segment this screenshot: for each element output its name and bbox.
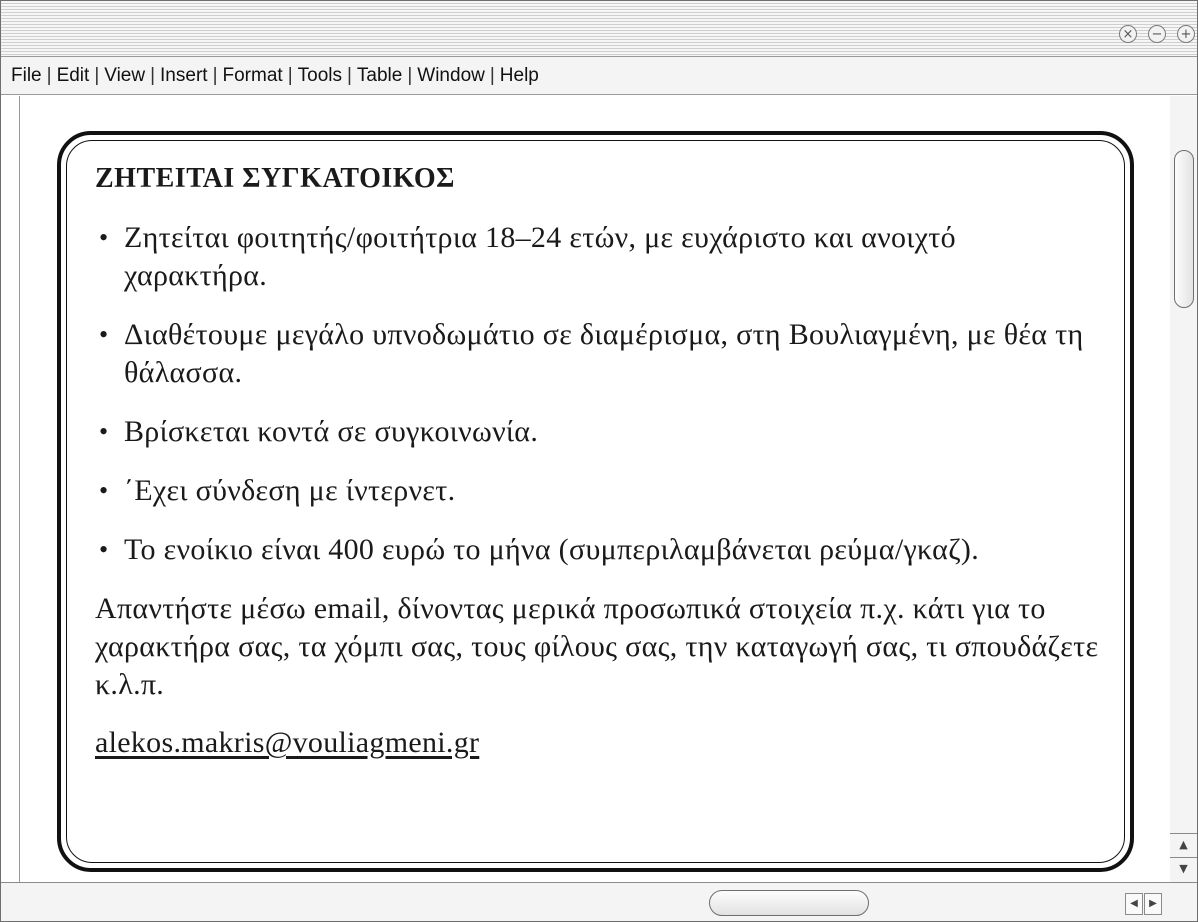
minimize-icon[interactable]: − [1148,25,1166,43]
scroll-down-icon[interactable]: ▼ [1170,857,1197,881]
menu-separator: | [407,64,413,86]
menu-window[interactable]: Window [413,65,489,87]
ad-title: ΖΗΤΕΙΤΑΙ ΣΥΓΚΑΤΟΙΚΟΣ [95,163,455,194]
vertical-scrollbar[interactable]: ▲ ▼ [1170,96,1197,882]
bullet-icon: • [99,476,109,505]
reply-instructions: Απαντήστε μέσω email, δίνοντας μερικά πρ… [95,592,1099,701]
vertical-scroll-thumb[interactable] [1174,150,1194,308]
list-item: • Διαθέτουμε μεγάλο υπνοδωμάτιο σε διαμέρ… [95,316,1100,392]
list-item: • Το ενοίκιο είναι 400 ευρώ το μήνα (συμπ… [95,531,1100,569]
ad-bullet-list: • Ζητείται φοιτητής/φοιτήτρια 18–24 ετών,… [95,219,1100,569]
menu-insert[interactable]: Insert [156,65,212,87]
bullet-text: ΄Εχει σύνδεση με ίντερνετ. [124,474,456,507]
maximize-icon[interactable]: + [1177,25,1195,43]
menu-separator: | [287,64,293,86]
title-bar[interactable]: × − + [1,1,1197,57]
menu-separator: | [94,64,100,86]
bullet-text: Βρίσκεται κοντά σε συγκοινωνία. [124,415,539,448]
horizontal-scrollbar[interactable]: ◀ ▶ [1,882,1197,921]
menu-separator: | [150,64,156,86]
document-area[interactable]: ΖΗΤΕΙΤΑΙ ΣΥΓΚΑΤΟΙΚΟΣ • Ζητείται φοιτητής/… [19,96,1171,882]
menu-separator: | [346,64,352,86]
menu-view[interactable]: View [100,65,149,87]
scroll-left-icon[interactable]: ◀ [1125,893,1143,915]
close-icon[interactable]: × [1119,25,1137,43]
menu-separator: | [489,64,495,86]
bullet-icon: • [99,417,109,446]
scroll-up-icon[interactable]: ▲ [1170,833,1197,857]
menu-separator: | [212,64,218,86]
bullet-icon: • [99,535,109,564]
menu-help[interactable]: Help [496,65,543,87]
ad-body: ΖΗΤΕΙΤΑΙ ΣΥΓΚΑΤΟΙΚΟΣ • Ζητείται φοιτητής/… [95,163,1100,762]
menu-bar: File | Edit | View | Insert | Format | T… [1,57,1197,95]
horizontal-scroll-thumb[interactable] [709,890,869,916]
menu-table[interactable]: Table [353,65,406,87]
menu-format[interactable]: Format [219,65,287,87]
bullet-text: Το ενοίκιο είναι 400 ευρώ το μήνα (συμπε… [124,533,980,566]
scroll-right-icon[interactable]: ▶ [1144,893,1162,915]
list-item: • Ζητείται φοιτητής/φοιτήτρια 18–24 ετών,… [95,219,1100,295]
ad-frame: ΖΗΤΕΙΤΑΙ ΣΥΓΚΑΤΟΙΚΟΣ • Ζητείται φοιτητής/… [57,131,1134,872]
bullet-text: Ζητείται φοιτητής/φοιτήτρια 18–24 ετών, … [124,221,956,292]
bullet-text: Διαθέτουμε μεγάλο υπνοδωμάτιο σε διαμέρι… [124,318,1084,389]
bullet-icon: • [99,320,109,349]
bullet-icon: • [99,223,109,252]
menu-separator: | [46,64,52,86]
menu-tools[interactable]: Tools [294,65,346,87]
email-link[interactable]: alekos.makris@vouliagmeni.gr [95,724,1100,762]
menu-edit[interactable]: Edit [53,65,94,87]
list-item: • Βρίσκεται κοντά σε συγκοινωνία. [95,413,1100,451]
app-window: × − + File | Edit | View | Insert | Form… [0,0,1198,922]
menu-file[interactable]: File [7,65,46,87]
list-item: • ΄Εχει σύνδεση με ίντερνετ. [95,472,1100,510]
